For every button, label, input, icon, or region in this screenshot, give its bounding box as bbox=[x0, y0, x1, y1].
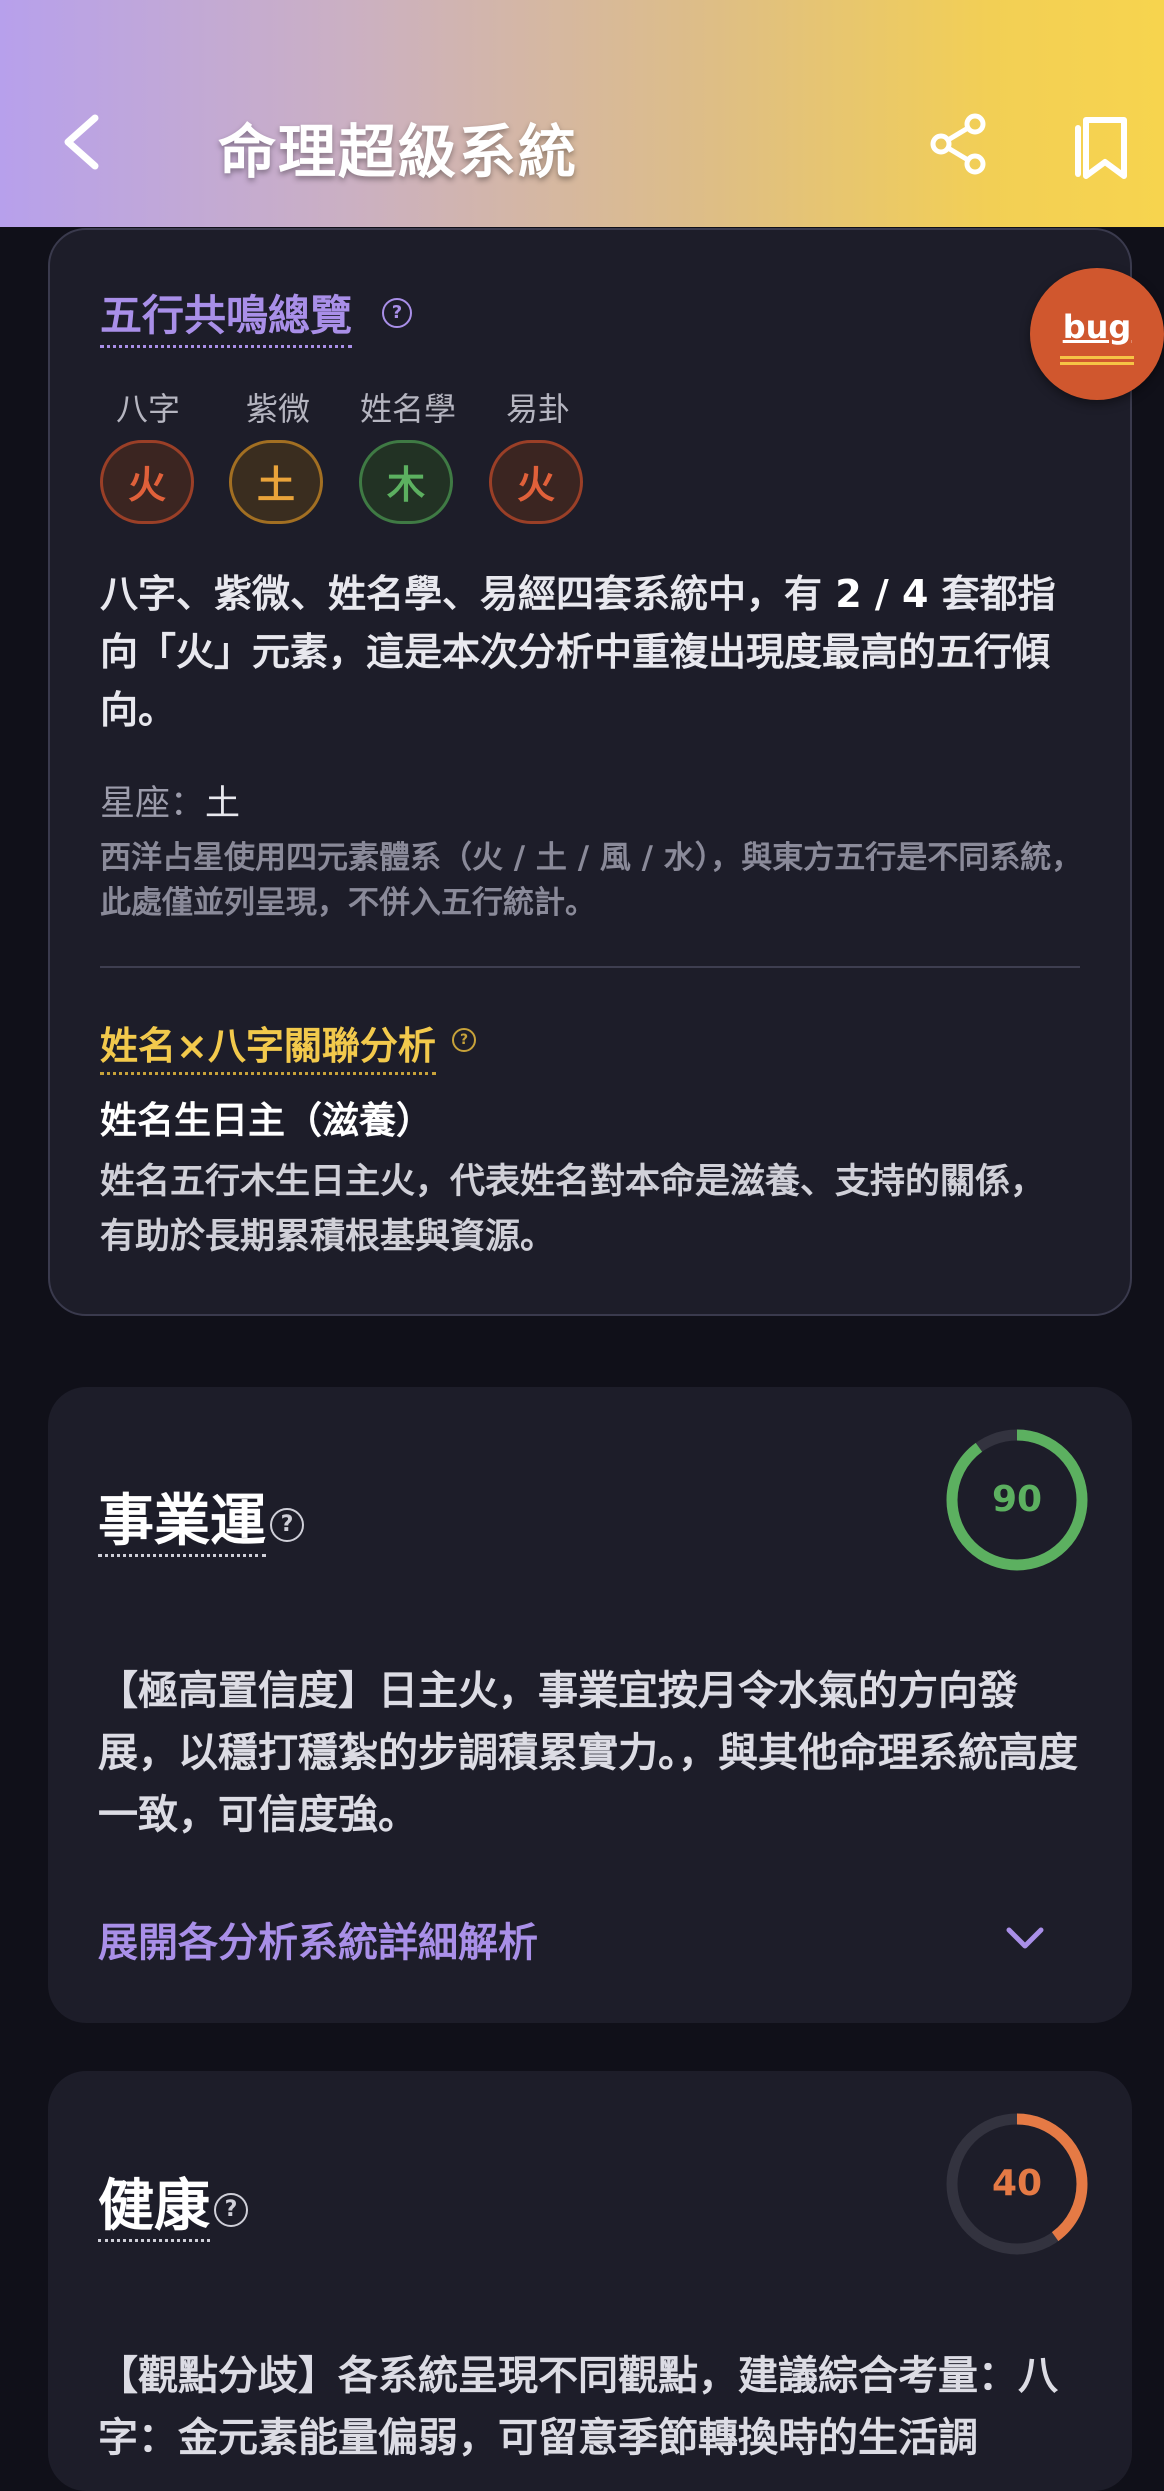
resonance-title[interactable]: 五行共鳴總覽 bbox=[100, 282, 353, 348]
system-label-bazi: 八字 bbox=[115, 390, 180, 428]
bug-label: bug bbox=[1062, 308, 1132, 346]
chevron-down-icon[interactable] bbox=[1000, 1918, 1050, 1958]
system-label-name: 姓名學 bbox=[359, 390, 456, 428]
health-score-ring: 40 bbox=[942, 2109, 1092, 2259]
health-score: 40 bbox=[991, 2163, 1043, 2204]
health-body: 【觀點分歧】各系統呈現不同觀點，建議綜合考量：八字：金元素能量偏弱，可留意季節轉… bbox=[98, 2353, 1058, 2461]
system-label-ziwei: 紫微 bbox=[245, 390, 310, 428]
resonance-summary: 八字、紫微、姓名學、易經四套系統中，有 2 / 4 套都指向「火」元素，這是本次… bbox=[100, 572, 1056, 732]
system-label-iching: 易卦 bbox=[505, 390, 570, 428]
bug-underline-icon bbox=[1060, 356, 1134, 365]
bookmark-button[interactable] bbox=[1070, 106, 1140, 184]
element-badge-iching: 火 bbox=[489, 440, 583, 524]
relation-title[interactable]: 姓名×八字關聯分析 bbox=[100, 1015, 436, 1075]
help-icon[interactable]: ? bbox=[452, 1028, 476, 1052]
career-score-ring: 90 bbox=[942, 1425, 1092, 1575]
career-title[interactable]: 事業運 bbox=[98, 1490, 266, 1557]
element-badge-ziwei: 土 bbox=[229, 440, 323, 524]
bookmark-icon bbox=[1075, 117, 1127, 179]
health-title[interactable]: 健康 bbox=[98, 2175, 210, 2242]
zodiac-note: 西洋占星使用四元素體系（火 / 土 / 風 / 水），與東方五行是不同系統，此處… bbox=[100, 840, 1083, 921]
help-icon[interactable]: ? bbox=[382, 298, 412, 328]
zodiac-element: 星座：土 bbox=[100, 784, 241, 824]
back-button[interactable] bbox=[50, 100, 120, 180]
expand-details-link[interactable]: 展開各分析系統詳細解析 bbox=[98, 1910, 538, 1968]
bug-report-button[interactable]: bug bbox=[1030, 268, 1164, 400]
share-button[interactable] bbox=[925, 106, 995, 184]
share-icon bbox=[930, 113, 986, 175]
career-score: 90 bbox=[991, 1479, 1043, 1520]
chevron-left-icon bbox=[64, 114, 99, 170]
relation-subtitle: 姓名生日主（滋養） bbox=[100, 1099, 433, 1142]
divider bbox=[100, 966, 1080, 968]
career-body: 【極高置信度】日主火，事業宜按月令水氣的方向發展，以穩打穩紮的步調積累實力。，與… bbox=[98, 1668, 1078, 1838]
help-icon[interactable]: ? bbox=[214, 2193, 248, 2227]
help-icon[interactable]: ? bbox=[270, 1508, 304, 1542]
relation-body: 姓名五行木生日主火，代表姓名對本命是滋養、支持的關係，有助於長期累積根基與資源。 bbox=[100, 1162, 1046, 1257]
element-badge-bazi: 火 bbox=[100, 440, 194, 524]
page-title: 命理超級系統 bbox=[218, 118, 579, 186]
app-header: 命理超級系統 bbox=[0, 0, 1164, 227]
element-badge-name: 木 bbox=[359, 440, 453, 524]
